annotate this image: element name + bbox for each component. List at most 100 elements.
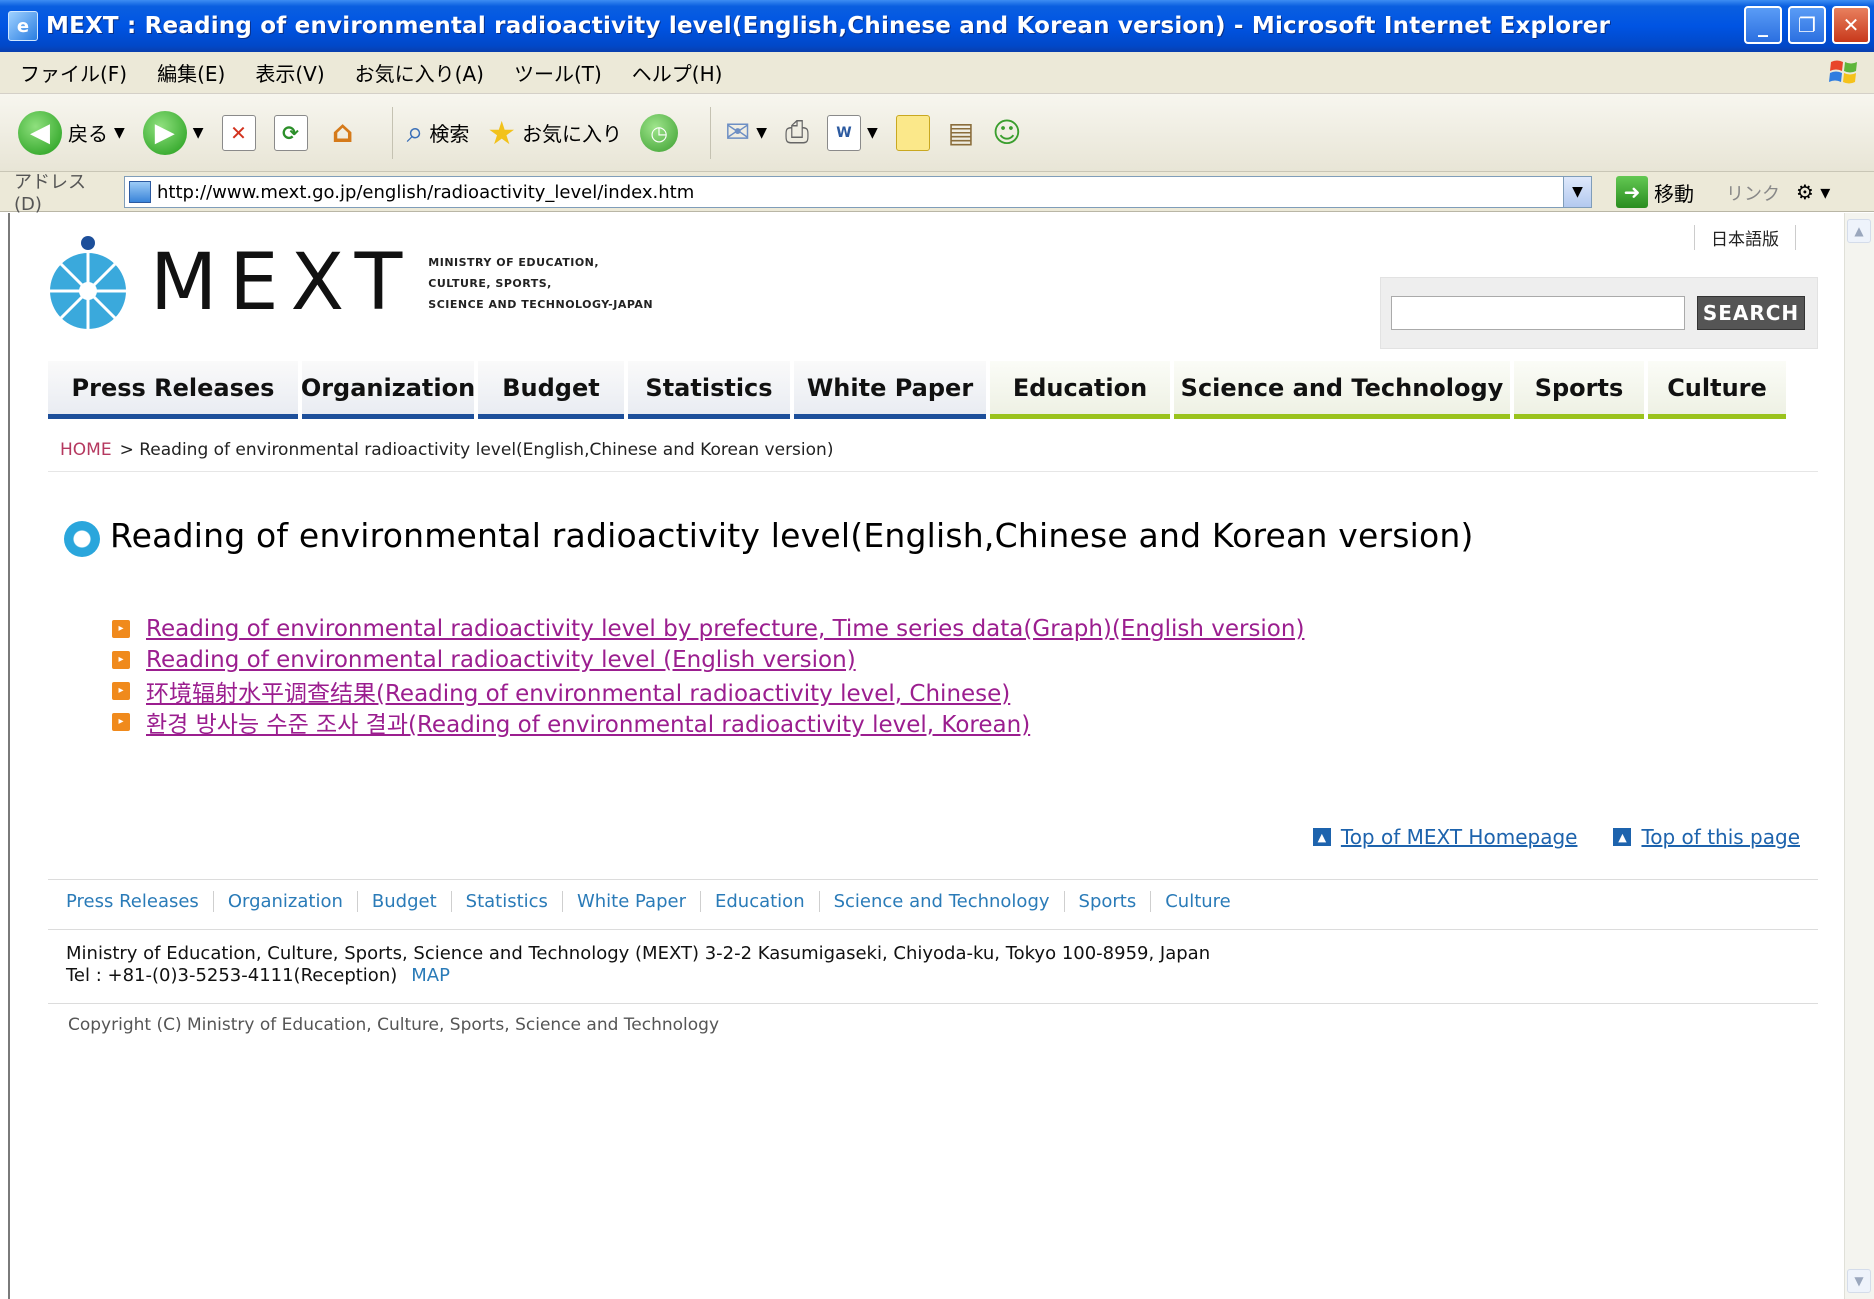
menu-edit[interactable]: 編集(E) bbox=[157, 58, 225, 87]
footer-link-budget[interactable]: Budget bbox=[358, 891, 452, 912]
footer-link-statistics[interactable]: Statistics bbox=[452, 891, 563, 912]
messenger-icon: ☺ bbox=[992, 116, 1022, 149]
logo-wordmark: MEXT bbox=[150, 238, 415, 328]
page-title: Reading of environmental radioactivity l… bbox=[110, 515, 1474, 555]
tel-line: Tel : +81-(0)3-5253-4111(Reception) MAP bbox=[66, 965, 1210, 987]
menu-favorites[interactable]: お気に入り(A) bbox=[355, 58, 484, 87]
home-button[interactable]: ⌂ bbox=[326, 115, 360, 151]
footer-link-education[interactable]: Education bbox=[701, 891, 820, 912]
nav-education[interactable]: Education bbox=[990, 361, 1170, 419]
nav-budget[interactable]: Budget bbox=[478, 361, 624, 419]
url-text[interactable]: http://www.mext.go.jp/english/radioactiv… bbox=[157, 182, 694, 203]
link-english-version[interactable]: Reading of environmental radioactivity l… bbox=[146, 647, 856, 673]
links-chevron-icon[interactable]: ⚙ ▾ bbox=[1796, 180, 1830, 204]
divider bbox=[48, 879, 1818, 880]
divider bbox=[48, 471, 1818, 472]
print-icon: ⎙ bbox=[784, 115, 809, 150]
discuss-button[interactable] bbox=[895, 114, 930, 151]
messenger-button[interactable]: ☺ bbox=[992, 116, 1021, 149]
address-dropdown-icon[interactable]: ▼ bbox=[1563, 177, 1591, 207]
logo-subtitle: MINISTRY OF EDUCATION, CULTURE, SPORTS, … bbox=[428, 252, 653, 315]
mail-dropdown-icon[interactable]: ▼ bbox=[756, 125, 767, 141]
footer-link-organization[interactable]: Organization bbox=[214, 891, 358, 912]
links-label[interactable]: リンク bbox=[1726, 180, 1780, 206]
magnifier-icon: ⌕ bbox=[406, 115, 424, 150]
history-icon: ◷ bbox=[640, 113, 679, 152]
forward-dropdown-icon[interactable]: ▼ bbox=[193, 125, 204, 141]
stop-button[interactable]: ✕ bbox=[221, 114, 256, 151]
page-heading: Reading of environmental radioactivity l… bbox=[64, 513, 1474, 557]
top-of-this-page[interactable]: ▲ Top of this page bbox=[1613, 825, 1800, 849]
map-link[interactable]: MAP bbox=[411, 965, 450, 986]
link-chinese-version[interactable]: 环境辐射水平调查结果(Reading of environmental radi… bbox=[146, 674, 1010, 708]
top-of-mext-homepage[interactable]: ▲ Top of MEXT Homepage bbox=[1312, 825, 1578, 849]
top-of-mext-homepage-link[interactable]: Top of MEXT Homepage bbox=[1341, 825, 1578, 849]
nav-culture[interactable]: Culture bbox=[1648, 361, 1786, 419]
print-button[interactable]: ⎙ bbox=[785, 115, 809, 150]
scroll-down-icon[interactable]: ▼ bbox=[1847, 1269, 1871, 1293]
nav-statistics[interactable]: Statistics bbox=[628, 361, 790, 419]
favorites-button[interactable]: ★ お気に入り bbox=[487, 114, 622, 152]
refresh-icon: ⟳ bbox=[273, 114, 308, 151]
heading-bullet-icon bbox=[64, 521, 100, 557]
close-button[interactable]: ✕ bbox=[1832, 6, 1870, 44]
research-button[interactable]: ▤ bbox=[948, 116, 974, 149]
restore-button[interactable]: ❐ bbox=[1788, 6, 1826, 44]
divider bbox=[48, 1003, 1818, 1004]
edit-dropdown-icon[interactable]: ▼ bbox=[867, 125, 878, 141]
scroll-up-icon[interactable]: ▲ bbox=[1847, 219, 1871, 243]
window-controls: _ ❐ ✕ bbox=[1744, 6, 1870, 44]
footer-link-culture[interactable]: Culture bbox=[1151, 891, 1245, 912]
footer-link-white-paper[interactable]: White Paper bbox=[563, 891, 701, 912]
menu-help[interactable]: ヘルプ(H) bbox=[632, 58, 723, 87]
list-item: ▸ Reading of environmental radioactivity… bbox=[112, 613, 1304, 644]
japanese-version-link[interactable]: 日本語版 bbox=[1694, 225, 1796, 250]
footer-link-press-releases[interactable]: Press Releases bbox=[66, 891, 214, 912]
arrow-bullet-icon: ▸ bbox=[112, 650, 130, 669]
address-field[interactable]: http://www.mext.go.jp/english/radioactiv… bbox=[124, 176, 1592, 208]
back-label: 戻る bbox=[68, 122, 108, 146]
search-toolbar-button[interactable]: ⌕ 検索 bbox=[407, 115, 470, 150]
forward-button[interactable]: ▶ ▼ bbox=[142, 110, 204, 155]
go-button[interactable]: ➜ 移動 bbox=[1616, 176, 1694, 208]
history-button[interactable]: ◷ bbox=[640, 113, 679, 152]
minimize-button[interactable]: _ bbox=[1744, 6, 1782, 44]
footer-link-science-and-technology[interactable]: Science and Technology bbox=[820, 891, 1065, 912]
back-button[interactable]: ◀ 戻る ▼ bbox=[18, 110, 125, 155]
arrow-bullet-icon: ▸ bbox=[112, 712, 130, 731]
nav-science-and-technology[interactable]: Science and Technology bbox=[1174, 361, 1510, 419]
link-prefecture-graph-english[interactable]: Reading of environmental radioactivity l… bbox=[146, 616, 1304, 642]
menu-file[interactable]: ファイル(F) bbox=[20, 58, 127, 87]
site-search-input[interactable] bbox=[1391, 296, 1685, 330]
list-item: ▸ 환경 방사능 수준 조사 결과(Reading of environment… bbox=[112, 705, 1304, 739]
address-label: アドレス(D) bbox=[14, 172, 86, 215]
toolbar-separator bbox=[391, 106, 393, 159]
nav-white-paper[interactable]: White Paper bbox=[794, 361, 986, 419]
refresh-button[interactable]: ⟳ bbox=[273, 114, 308, 151]
radioactivity-links: ▸ Reading of environmental radioactivity… bbox=[112, 613, 1304, 739]
edit-button[interactable]: W ▼ bbox=[826, 114, 878, 151]
footer-link-sports[interactable]: Sports bbox=[1065, 891, 1152, 912]
menu-bar: ファイル(F) 編集(E) 表示(V) お気に入り(A) ツール(T) ヘルプ(… bbox=[0, 52, 1874, 94]
nav-sports[interactable]: Sports bbox=[1514, 361, 1644, 419]
top-of-this-page-link[interactable]: Top of this page bbox=[1641, 825, 1800, 849]
nav-press-releases[interactable]: Press Releases bbox=[48, 361, 298, 419]
menu-view[interactable]: 表示(V) bbox=[255, 58, 324, 87]
window-title: MEXT : Reading of environmental radioact… bbox=[46, 13, 1611, 39]
mail-button[interactable]: ✉ ▼ bbox=[725, 115, 767, 150]
copyright: Copyright (C) Ministry of Education, Cul… bbox=[68, 1015, 720, 1035]
mail-icon: ✉ bbox=[725, 115, 751, 150]
search-button[interactable]: SEARCH bbox=[1697, 296, 1805, 330]
menu-tools[interactable]: ツール(T) bbox=[514, 58, 602, 87]
forward-arrow-icon: ▶ bbox=[142, 110, 187, 155]
logo-subtitle-line: MINISTRY OF EDUCATION, bbox=[428, 255, 600, 269]
nav-organization[interactable]: Organization bbox=[301, 361, 475, 419]
stop-icon: ✕ bbox=[221, 114, 256, 151]
back-dropdown-icon[interactable]: ▼ bbox=[114, 125, 125, 141]
note-icon bbox=[895, 114, 930, 151]
mext-logo[interactable]: MEXT MINISTRY OF EDUCATION, CULTURE, SPO… bbox=[48, 233, 653, 333]
vertical-scrollbar[interactable]: ▲ ▼ bbox=[1844, 213, 1874, 1299]
breadcrumb-home-link[interactable]: HOME bbox=[60, 440, 112, 460]
link-korean-version[interactable]: 환경 방사능 수준 조사 결과(Reading of environmental… bbox=[146, 705, 1030, 739]
up-arrow-icon: ▲ bbox=[1312, 828, 1331, 846]
